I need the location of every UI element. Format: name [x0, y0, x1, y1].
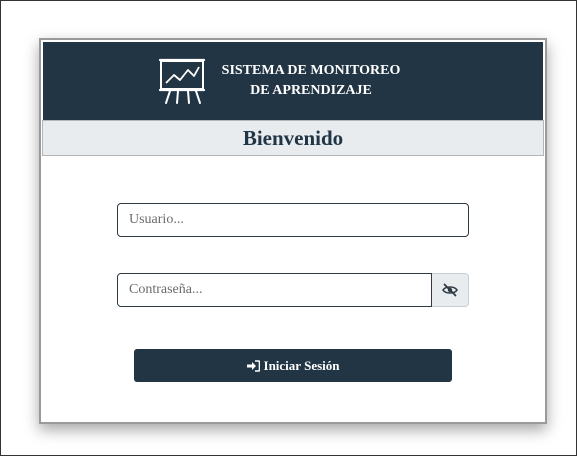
sign-in-icon	[246, 359, 260, 372]
password-input[interactable]	[117, 273, 432, 307]
page-frame: SISTEMA DE MONITOREO DE APRENDIZAJE Bien…	[0, 0, 577, 456]
presentation-chart-icon	[158, 58, 205, 104]
welcome-heading: Bienvenido	[242, 125, 344, 150]
welcome-bar: Bienvenido	[42, 120, 544, 156]
login-button[interactable]: Iniciar Sesión	[134, 349, 452, 382]
app-title-line1: SISTEMA DE MONITOREO	[221, 63, 401, 78]
login-header: SISTEMA DE MONITOREO DE APRENDIZAJE	[43, 42, 543, 120]
app-title-line2: DE APRENDIZAJE	[250, 83, 372, 98]
app-title: SISTEMA DE MONITOREO DE APRENDIZAJE	[222, 61, 401, 101]
eye-slash-icon	[442, 283, 458, 297]
login-card: SISTEMA DE MONITOREO DE APRENDIZAJE Bien…	[39, 38, 547, 424]
toggle-password-button[interactable]	[432, 273, 469, 307]
username-input[interactable]	[117, 203, 469, 237]
login-button-label: Iniciar Sesión	[263, 357, 340, 373]
